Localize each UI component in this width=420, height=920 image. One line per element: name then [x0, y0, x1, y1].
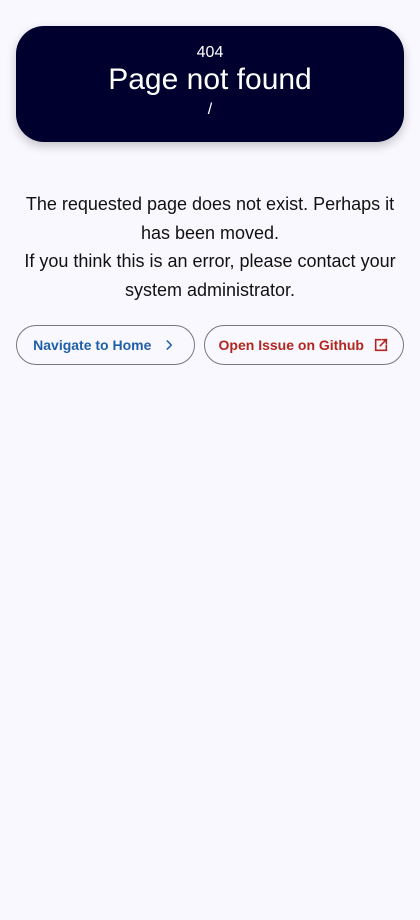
chevron-right-icon	[161, 337, 177, 353]
navigate-home-label: Navigate to Home	[33, 337, 152, 353]
error-code: 404	[196, 44, 224, 61]
open-github-issue-button[interactable]: Open Issue on Github	[203, 325, 404, 365]
error-page: 404 Page not found / The requested page …	[0, 0, 420, 920]
action-buttons: Navigate to Home Open Issue on Github	[16, 325, 404, 365]
error-message-line: The requested page does not exist. Perha…	[25, 194, 395, 243]
navigate-home-button[interactable]: Navigate to Home	[16, 325, 195, 365]
error-header-card: 404 Page not found /	[16, 26, 404, 142]
external-link-icon	[373, 337, 389, 353]
error-message: The requested page does not exist. Perha…	[16, 190, 404, 304]
requested-path: /	[207, 101, 213, 118]
page-title: Page not found	[108, 63, 312, 96]
open-github-issue-label: Open Issue on Github	[218, 337, 364, 353]
error-message-line: If you think this is an error, please co…	[24, 251, 396, 300]
